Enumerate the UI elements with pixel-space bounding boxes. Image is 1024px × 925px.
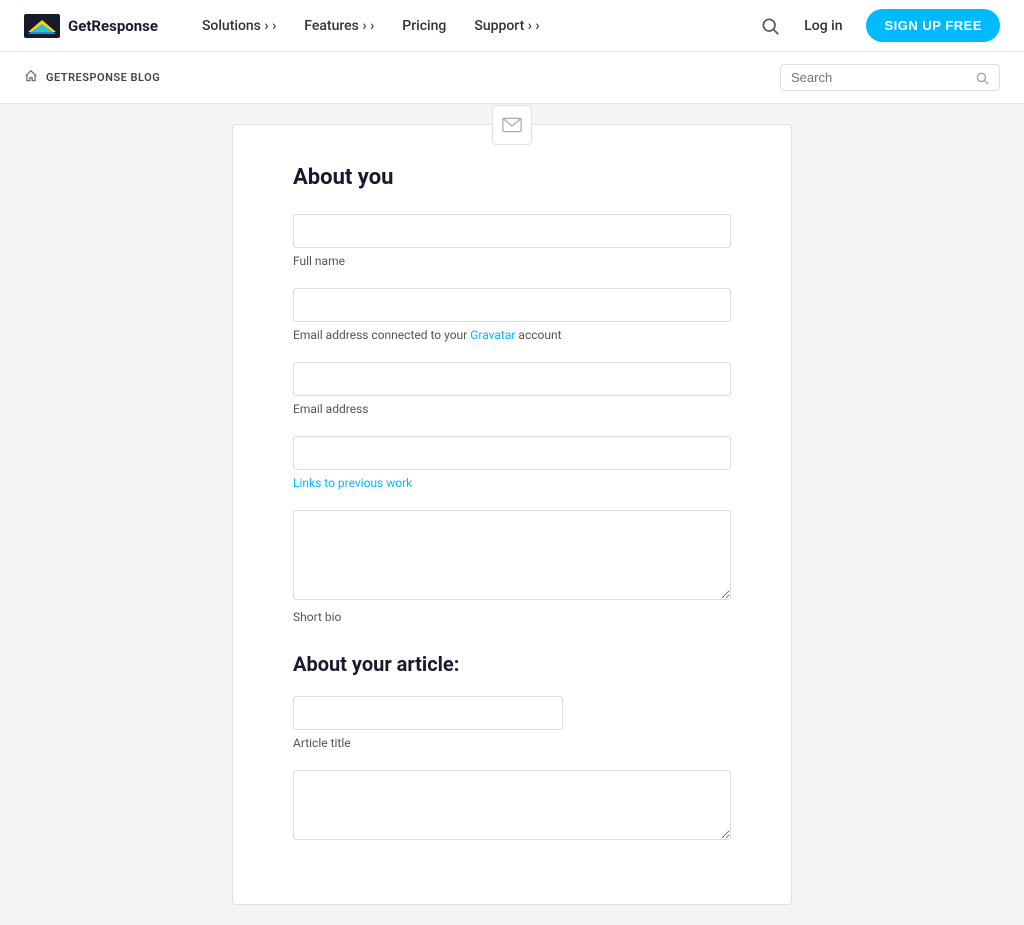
about-article-title: About your article: xyxy=(293,652,731,676)
search-icon[interactable] xyxy=(760,16,780,36)
article-title-input[interactable] xyxy=(293,696,563,730)
nav-menu: Solutions › Features › Pricing Support › xyxy=(190,12,760,40)
blog-search-container xyxy=(780,64,1000,91)
article-content-textarea[interactable] xyxy=(293,770,731,840)
short-bio-textarea[interactable] xyxy=(293,510,731,600)
email-address-input[interactable] xyxy=(293,362,731,396)
about-you-title: About you xyxy=(293,165,731,190)
form-card: About you Full name Email address connec… xyxy=(232,124,792,905)
email-gravatar-group: Email address connected to your Gravatar… xyxy=(293,288,731,342)
email-address-label: Email address xyxy=(293,402,731,416)
article-title-group: Article title xyxy=(293,696,731,750)
login-button[interactable]: Log in xyxy=(792,12,854,40)
short-bio-group: Short bio xyxy=(293,510,731,624)
nav-item-support[interactable]: Support › xyxy=(462,12,551,40)
nav-item-features[interactable]: Features › xyxy=(292,12,386,40)
full-name-input[interactable] xyxy=(293,214,731,248)
email-gravatar-label: Email address connected to your Gravatar… xyxy=(293,328,731,342)
breadcrumb-bar: GETRESPONSE BLOG xyxy=(0,52,1024,104)
article-title-label: Article title xyxy=(293,736,731,750)
form-card-icon xyxy=(492,105,532,145)
nav-item-pricing[interactable]: Pricing xyxy=(390,12,458,40)
blog-search-icon xyxy=(975,71,989,85)
breadcrumb-label: GETRESPONSE BLOG xyxy=(46,71,160,84)
signup-button[interactable]: SIGN UP FREE xyxy=(866,9,1000,42)
breadcrumb: GETRESPONSE BLOG xyxy=(24,69,160,86)
email-gravatar-input[interactable] xyxy=(293,288,731,322)
article-content-group xyxy=(293,770,731,844)
full-name-label: Full name xyxy=(293,254,731,268)
nav-item-solutions[interactable]: Solutions › xyxy=(190,12,288,40)
links-group: Links to previous work xyxy=(293,436,731,490)
blog-search-input[interactable] xyxy=(791,70,967,85)
links-input[interactable] xyxy=(293,436,731,470)
navbar: GetResponse Solutions › Features › Prici… xyxy=(0,0,1024,52)
gravatar-link[interactable]: Gravatar xyxy=(470,328,515,342)
getresponse-logo-icon xyxy=(24,14,60,38)
navbar-right: Log in SIGN UP FREE xyxy=(760,9,1000,42)
full-name-group: Full name xyxy=(293,214,731,268)
page-content: About you Full name Email address connec… xyxy=(0,104,1024,925)
email-address-group: Email address xyxy=(293,362,731,416)
home-icon[interactable] xyxy=(24,69,38,86)
links-label: Links to previous work xyxy=(293,476,731,490)
short-bio-label: Short bio xyxy=(293,610,731,624)
logo-text: GetResponse xyxy=(68,17,158,35)
logo-link[interactable]: GetResponse xyxy=(24,14,158,38)
